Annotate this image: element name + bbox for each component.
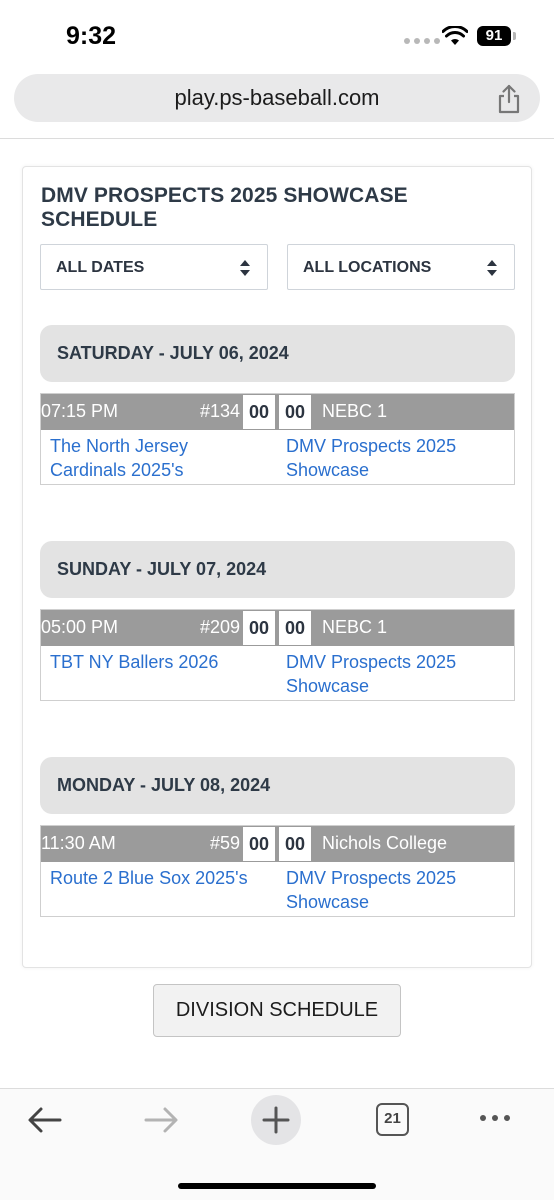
game-row: 11:30 AM #59 00 00 Nichols College Route… (40, 825, 515, 917)
new-tab-button[interactable] (251, 1095, 301, 1145)
score-home: 00 (242, 394, 276, 430)
schedule-title: DMV PROSPECTS 2025 SHOWCASE SCHEDULE (41, 184, 408, 231)
game-row: 07:15 PM #134 00 00 NEBC 1 The North Jer… (40, 393, 515, 485)
division-schedule-button[interactable]: DIVISION SCHEDULE (153, 984, 401, 1037)
plus-icon (262, 1106, 290, 1134)
day-label: SATURDAY - JULY 06, 2024 (57, 343, 289, 363)
team-link[interactable]: DMV Prospects 2025 Showcase (286, 434, 506, 482)
game-location: NEBC 1 (322, 617, 388, 637)
day-header: SUNDAY - JULY 07, 2024 (40, 541, 515, 598)
game-number: #209 (199, 617, 240, 637)
team-link[interactable]: The North Jersey Cardinals 2025's (50, 434, 260, 482)
game-location: Nichols College (322, 833, 448, 853)
game-time: 05:00 PM (41, 617, 119, 637)
game-number: #134 (199, 401, 240, 421)
status-time: 9:32 (66, 22, 117, 50)
game-info-bar: 07:15 PM #134 00 00 NEBC 1 (41, 394, 514, 430)
dates-filter-label: ALL DATES (56, 259, 145, 276)
more-menu-icon[interactable] (480, 1115, 510, 1121)
wifi-icon (442, 26, 468, 45)
score-home: 00 (242, 610, 276, 646)
team-link[interactable]: DMV Prospects 2025 Showcase (286, 650, 506, 698)
schedule-card: DMV PROSPECTS 2025 SHOWCASE SCHEDULE ALL… (22, 166, 532, 968)
game-number: #59 (209, 833, 240, 853)
forward-arrow-icon[interactable] (142, 1103, 180, 1137)
game-row: 05:00 PM #209 00 00 NEBC 1 TBT NY Baller… (40, 609, 515, 701)
sort-arrows-icon (240, 260, 250, 276)
dates-filter-select[interactable]: ALL DATES (40, 244, 268, 290)
locations-filter-label: ALL LOCATIONS (303, 259, 432, 276)
sort-arrows-icon (487, 260, 497, 276)
battery-icon: 91 (477, 26, 517, 46)
cellular-signal-icon (404, 38, 440, 44)
battery-level: 91 (477, 26, 511, 46)
share-icon[interactable] (496, 84, 522, 114)
status-bar: 9:32 91 (0, 0, 554, 70)
team-link[interactable]: DMV Prospects 2025 Showcase (286, 866, 506, 914)
address-bar[interactable]: play.ps-baseball.com (14, 74, 540, 122)
team-link[interactable]: TBT NY Ballers 2026 (50, 650, 260, 674)
game-time: 11:30 AM (41, 833, 116, 853)
home-indicator (178, 1183, 376, 1189)
game-info-bar: 11:30 AM #59 00 00 Nichols College (41, 826, 514, 862)
divider (0, 138, 554, 139)
team-link[interactable]: Route 2 Blue Sox 2025's (50, 866, 260, 890)
locations-filter-select[interactable]: ALL LOCATIONS (287, 244, 515, 290)
url-text[interactable]: play.ps-baseball.com (14, 85, 540, 111)
score-away: 00 (278, 394, 312, 430)
score-home: 00 (242, 826, 276, 862)
day-label: MONDAY - JULY 08, 2024 (57, 775, 271, 795)
day-label: SUNDAY - JULY 07, 2024 (57, 559, 267, 579)
score-away: 00 (278, 826, 312, 862)
game-time: 07:15 PM (41, 401, 119, 421)
score-away: 00 (278, 610, 312, 646)
game-info-bar: 05:00 PM #209 00 00 NEBC 1 (41, 610, 514, 646)
game-location: NEBC 1 (322, 401, 388, 421)
back-arrow-icon[interactable] (26, 1103, 64, 1137)
day-header: SATURDAY - JULY 06, 2024 (40, 325, 515, 382)
tabs-button[interactable]: 21 (376, 1103, 409, 1136)
browser-toolbar: 21 (0, 1089, 554, 1200)
day-header: MONDAY - JULY 08, 2024 (40, 757, 515, 814)
